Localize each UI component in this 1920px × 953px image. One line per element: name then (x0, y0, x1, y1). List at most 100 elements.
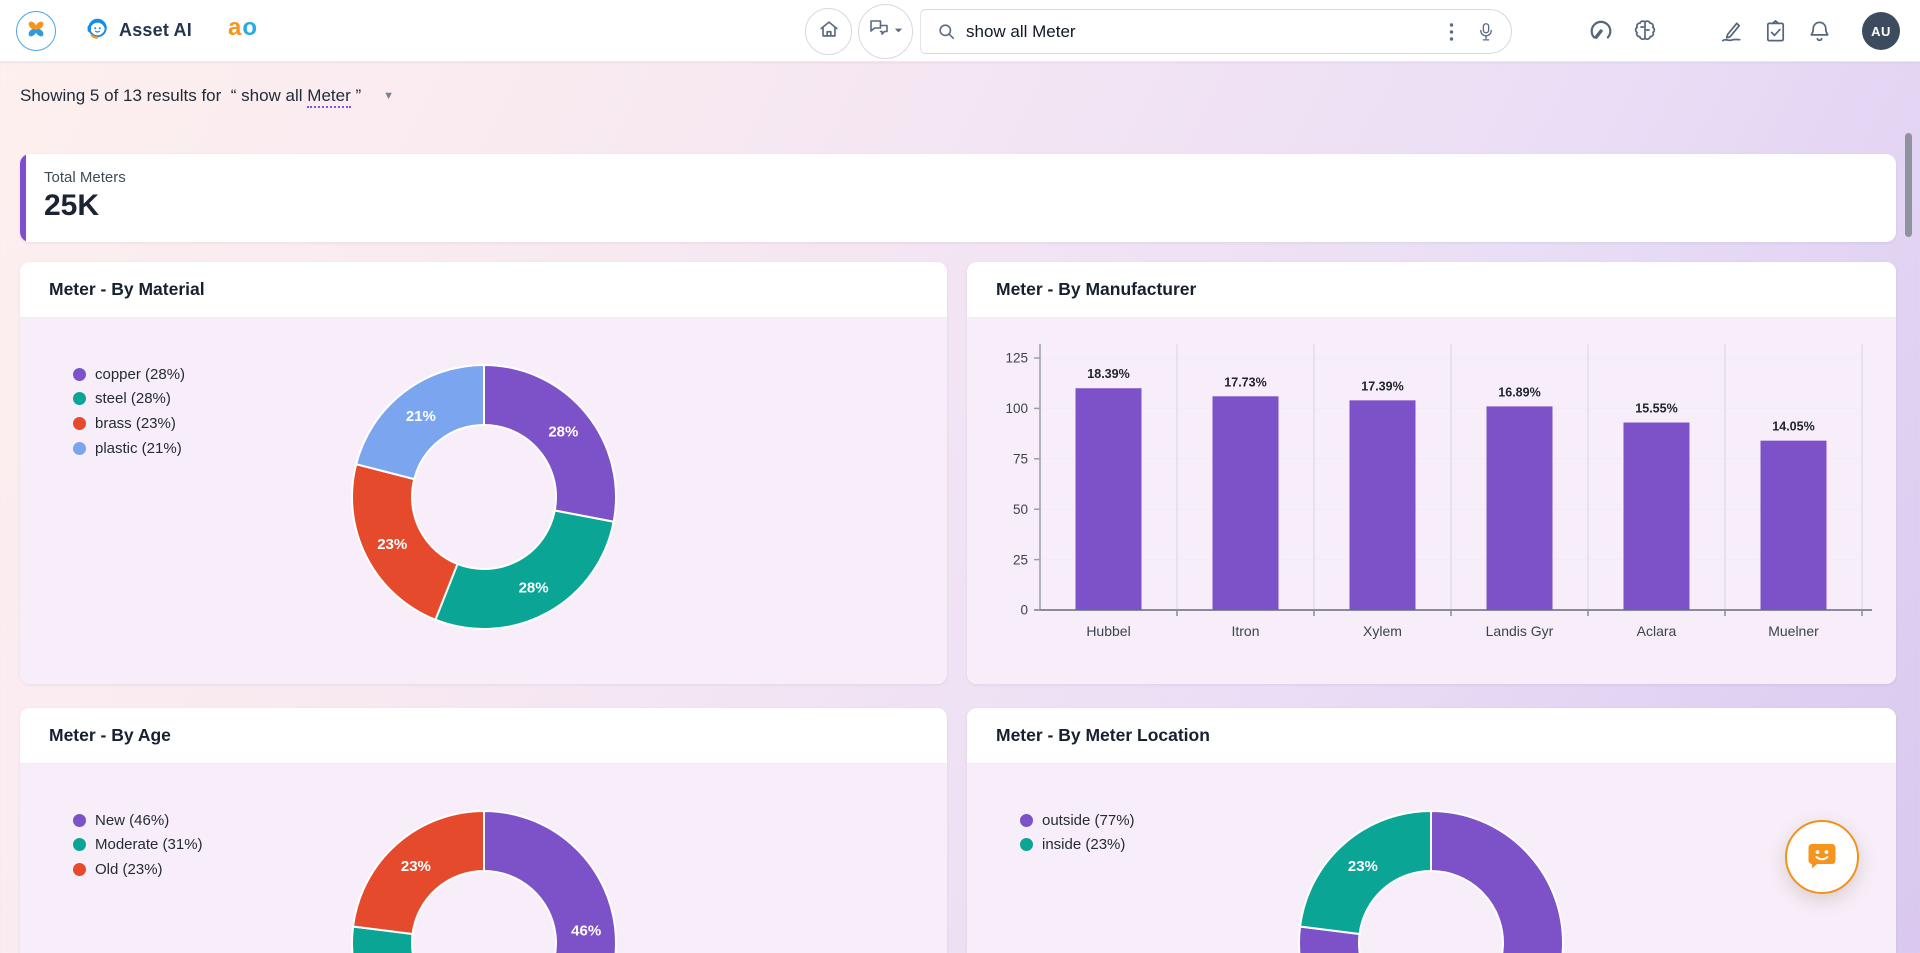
donut-slice-steel[interactable] (435, 510, 613, 629)
bar-value-label: 17.73% (1224, 375, 1266, 389)
legend-label: steel (28%) (95, 390, 171, 407)
legend-item-copper[interactable]: copper (28%) (73, 362, 185, 387)
legend-label: copper (28%) (95, 366, 185, 383)
bar-Landis Gyr[interactable] (1487, 406, 1553, 610)
comments-icon (867, 17, 891, 46)
legend-item-brass[interactable]: brass (23%) (73, 411, 185, 436)
app-name: Asset AI (119, 20, 192, 41)
y-tick-label: 125 (1005, 351, 1028, 366)
pinwheel-icon (25, 18, 47, 45)
asset-ai-brand[interactable]: Asset AI (84, 14, 192, 46)
bar-value-label: 17.39% (1361, 379, 1403, 393)
y-tick-label: 100 (1005, 401, 1028, 416)
slice-label: 23% (1348, 858, 1378, 875)
chart-title: Meter - By Manufacturer (996, 279, 1196, 300)
y-tick-label: 50 (1013, 502, 1028, 517)
results-bar: Showing 5 of 13 results for “ show all M… (0, 62, 1920, 118)
results-summary: Showing 5 of 13 results for “ show all M… (20, 86, 361, 106)
legend-label: Old (23%) (95, 861, 163, 878)
conversation-mode-button[interactable] (858, 4, 913, 59)
slice-label: 28% (548, 424, 578, 441)
chart-card-manufacturer: Meter - By Manufacturer 025507510012518.… (967, 262, 1896, 684)
donut-chart: 46%31%23% (344, 803, 624, 953)
total-meters-value: 25K (44, 189, 1872, 223)
bar-value-label: 18.39% (1087, 367, 1129, 381)
chart-body: 025507510012518.39%Hubbel17.73%Itron17.3… (967, 318, 1896, 684)
chart-card-age: Meter - By Age New (46%) Moderate (31%) Ol… (20, 708, 947, 953)
chevron-down-icon (893, 23, 904, 41)
bar-value-label: 15.55% (1635, 402, 1677, 416)
charts-grid: Meter - By Material copper (28%)steel (2… (20, 262, 1896, 953)
y-tick-label: 25 (1013, 552, 1028, 567)
legend-item-Old[interactable]: Old (23%) (73, 857, 203, 882)
x-category-label: Landis Gyr (1486, 623, 1554, 639)
chart-legend: copper (28%) steel (28%) brass (23%) plasti… (73, 362, 185, 460)
slice-label: 21% (406, 408, 436, 425)
user-avatar[interactable]: AU (1862, 12, 1900, 50)
chart-body: outside (77%) inside (23%) 77%23% (967, 764, 1896, 953)
x-category-label: Aclara (1637, 623, 1677, 639)
legend-item-plastic[interactable]: plastic (21%) (73, 436, 185, 461)
gauge-icon[interactable] (1584, 14, 1618, 48)
vertical-scrollbar-thumb[interactable] (1905, 133, 1912, 237)
bar-Aclara[interactable] (1624, 423, 1690, 610)
slice-label: 46% (571, 922, 601, 939)
chart-body: copper (28%) steel (28%) brass (23%) plasti… (20, 318, 947, 684)
chart-title: Meter - By Meter Location (996, 725, 1210, 746)
donut-chart: 77%23% (1291, 803, 1571, 953)
bar-Itron[interactable] (1213, 396, 1279, 610)
donut-slice-copper[interactable] (484, 365, 616, 522)
legend-dot (73, 417, 86, 430)
bar-Muelner[interactable] (1761, 441, 1827, 610)
kebab-menu-icon[interactable] (1441, 15, 1461, 49)
app-launcher-button[interactable] (16, 11, 56, 51)
search-bar (920, 9, 1512, 54)
legend-label: New (46%) (95, 812, 169, 829)
microphone-icon[interactable] (1475, 15, 1497, 49)
legend-dot (1020, 838, 1033, 851)
home-icon (818, 18, 840, 45)
donut-chart: 28%28%23%21% (344, 357, 624, 637)
legend-dot (1020, 814, 1033, 827)
x-category-label: Xylem (1363, 623, 1402, 639)
chart-card-material: Meter - By Material copper (28%)steel (2… (20, 262, 947, 684)
brain-icon[interactable] (1628, 14, 1662, 48)
legend-item-outside[interactable]: outside (77%) (1020, 808, 1135, 833)
total-meters-label: Total Meters (44, 169, 1872, 186)
clipboard-check-icon[interactable] (1758, 14, 1792, 48)
bar-Hubbel[interactable] (1076, 388, 1142, 610)
signature-pen-icon[interactable] (1714, 14, 1748, 48)
search-input[interactable] (966, 22, 1431, 42)
legend-dot (73, 814, 86, 827)
bar-value-label: 16.89% (1498, 385, 1540, 399)
legend-label: outside (77%) (1042, 812, 1135, 829)
x-category-label: Muelner (1768, 623, 1819, 639)
asset-ai-headset-icon (84, 14, 111, 46)
chart-title: Meter - By Age (49, 725, 171, 746)
legend-item-New[interactable]: New (46%) (73, 808, 203, 833)
legend-dot (73, 392, 86, 405)
chat-smiley-icon (1804, 837, 1840, 878)
legend-item-steel[interactable]: steel (28%) (73, 387, 185, 412)
legend-item-Moderate[interactable]: Moderate (31%) (73, 833, 203, 858)
bar-Xylem[interactable] (1350, 400, 1416, 610)
bell-icon[interactable] (1802, 14, 1836, 48)
bar-value-label: 14.05% (1772, 420, 1814, 434)
query-term-dropdown[interactable]: Meter (307, 86, 350, 108)
ao-logo[interactable]: ao (228, 14, 258, 42)
chart-legend: outside (77%) inside (23%) (1020, 808, 1135, 857)
legend-item-inside[interactable]: inside (23%) (1020, 833, 1135, 858)
legend-label: plastic (21%) (95, 440, 182, 457)
legend-label: Moderate (31%) (95, 836, 203, 853)
legend-label: inside (23%) (1042, 836, 1125, 853)
results-caret-icon[interactable]: ▼ (383, 90, 394, 102)
home-button[interactable] (805, 8, 852, 55)
slice-label: 28% (519, 580, 549, 597)
chart-body: New (46%) Moderate (31%) Old (23%) 46%31%23… (20, 764, 947, 953)
chat-assistant-fab[interactable] (1785, 820, 1859, 894)
x-category-label: Hubbel (1086, 623, 1130, 639)
chart-card-location: Meter - By Meter Location outside (77%) i… (967, 708, 1896, 953)
y-tick-label: 0 (1020, 603, 1028, 618)
topbar-actions: AU (1584, 0, 1900, 62)
legend-label: brass (23%) (95, 415, 176, 432)
